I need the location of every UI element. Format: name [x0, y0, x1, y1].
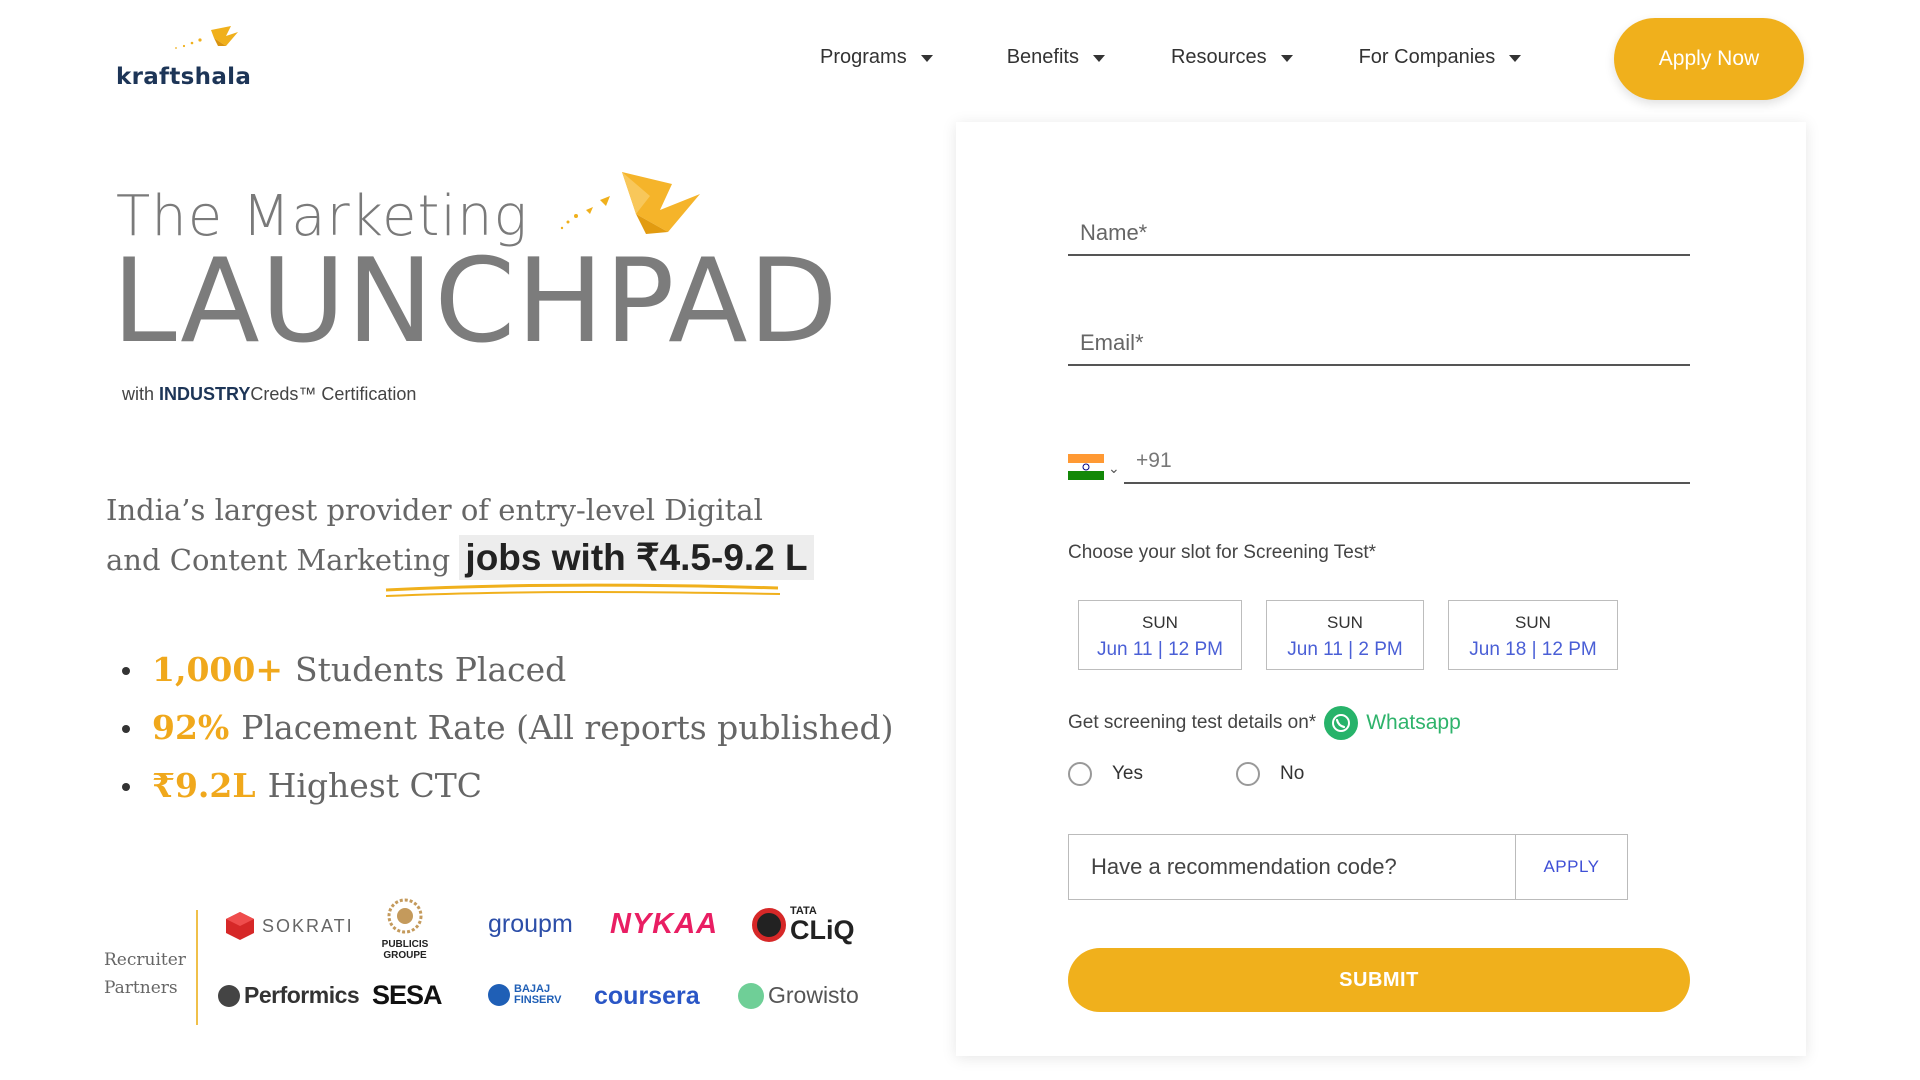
certification-line: with INDUSTRYCreds™ Certification — [122, 384, 416, 405]
stat-placement-rate: 92% Placement Rate (All reports publishe… — [122, 698, 894, 756]
caret-down-icon — [1092, 55, 1105, 62]
sokrati-logo: SOKRATI — [224, 910, 354, 942]
slot-day: SUN — [1142, 613, 1178, 632]
nav-benefits-label: Benefits — [1006, 46, 1079, 68]
brand-name: kraftshala — [116, 64, 252, 90]
stats-list: 1,000+ Students Placed 92% Placement Rat… — [122, 640, 894, 814]
slot-time: Jun 11 | 12 PM — [1096, 639, 1224, 660]
main-nav: Programs Benefits Resources For Companie… — [820, 46, 1577, 69]
submit-button[interactable]: SUBMIT — [1068, 948, 1690, 1012]
radio-yes-circle[interactable] — [1068, 762, 1092, 786]
performics-logo: Performics — [218, 982, 360, 1009]
nav-for-companies-label: For Companies — [1358, 46, 1496, 68]
name-input[interactable] — [1068, 212, 1690, 254]
performics-icon — [218, 984, 240, 1007]
slot-option-3[interactable]: SUN Jun 18 | 12 PM — [1448, 600, 1618, 670]
slot-day: SUN — [1515, 613, 1551, 632]
slot-label: Choose your slot for Screening Test* — [1068, 542, 1377, 563]
publicis-text: PUBLICIS — [381, 939, 429, 950]
slot-day: SUN — [1327, 613, 1363, 632]
stat-number: ₹9.2L — [152, 765, 256, 805]
hero-title-big: LAUNCHPAD — [112, 234, 839, 369]
groupe-text: GROUPE — [383, 950, 427, 961]
radio-no-label: No — [1280, 763, 1305, 784]
cert-brand: INDUSTRY — [159, 384, 251, 404]
bullet-icon — [122, 725, 130, 733]
nykaa-logo: NYKAA — [610, 908, 719, 940]
india-flag-icon[interactable] — [1068, 454, 1104, 480]
cert-suffix: Creds™ Certification — [250, 384, 417, 404]
stat-highest-ctc: ₹9.2L Highest CTC — [122, 756, 894, 814]
whatsapp-row: Get screening test details on* Whatsapp — [1068, 706, 1461, 740]
groupm-logo: groupm — [488, 910, 573, 938]
tata-cliq-logo: TATA CLiQ — [752, 906, 855, 944]
recruiter-label-line1: Recruiter — [104, 950, 186, 970]
sokrati-cube-icon — [226, 912, 254, 940]
highlight-underline — [385, 583, 781, 597]
recommendation-code-box: APPLY — [1068, 834, 1628, 900]
bullet-icon — [122, 783, 130, 791]
growisto-logo: Growisto — [738, 982, 859, 1009]
performics-text: Performics — [244, 982, 360, 1008]
recruiter-label-line2: Partners — [104, 978, 178, 998]
name-field-wrap — [1068, 212, 1690, 256]
growisto-icon — [738, 982, 764, 1009]
country-dropdown-chevron-icon[interactable]: ⌄ — [1108, 460, 1120, 477]
recruiter-partners-label: Recruiter Partners — [104, 946, 186, 1002]
phone-field-wrap — [1124, 440, 1690, 484]
radio-no[interactable]: No — [1236, 762, 1304, 786]
publicis-logo: PUBLICIS GROUPE — [370, 894, 440, 961]
bird-logo-icon — [175, 26, 238, 49]
whatsapp-label: Get screening test details on* — [1068, 712, 1317, 733]
stat-number: 92% — [152, 707, 230, 747]
whatsapp-icon — [1324, 706, 1359, 740]
slot-option-1[interactable]: SUN Jun 11 | 12 PM — [1078, 600, 1242, 670]
radio-yes[interactable]: Yes — [1068, 762, 1143, 786]
caret-down-icon — [920, 55, 933, 62]
bajaj-icon — [488, 984, 510, 1006]
caret-down-icon — [1509, 55, 1522, 62]
bullet-icon — [122, 667, 130, 675]
hero-tagline: India’s largest provider of entry-level … — [106, 486, 826, 584]
phone-row: ⌄ — [1068, 440, 1690, 484]
nav-benefits[interactable]: Benefits — [1007, 46, 1105, 69]
stat-text: Highest CTC — [267, 765, 483, 805]
nav-programs[interactable]: Programs — [820, 46, 933, 69]
sesa-logo: SESA — [372, 980, 443, 1010]
recommendation-code-input[interactable] — [1069, 835, 1515, 899]
tagline-highlight: jobs with ₹4.5-9.2 L — [459, 535, 814, 580]
radio-no-circle[interactable] — [1236, 762, 1260, 786]
nav-programs-label: Programs — [820, 46, 907, 68]
stat-students-placed: 1,000+ Students Placed — [122, 640, 894, 698]
coursera-logo: coursera — [594, 982, 700, 1010]
brand-logo[interactable]: kraftshala — [116, 24, 256, 94]
email-input[interactable] — [1068, 322, 1690, 364]
caret-down-icon — [1280, 55, 1293, 62]
cert-prefix: with — [122, 384, 160, 404]
slot-option-2[interactable]: SUN Jun 11 | 2 PM — [1266, 600, 1424, 670]
sokrati-text: SOKRATI — [262, 915, 354, 936]
whatsapp-text: Whatsapp — [1366, 711, 1461, 734]
apply-code-button[interactable]: APPLY — [1515, 835, 1627, 899]
slot-time: Jun 18 | 12 PM — [1469, 639, 1597, 660]
phone-input[interactable] — [1124, 440, 1690, 482]
radio-yes-label: Yes — [1112, 763, 1143, 784]
recruiter-divider — [196, 910, 198, 1025]
stat-number: 1,000+ — [152, 649, 283, 689]
cliq-text: CLiQ — [790, 915, 855, 945]
nav-for-companies[interactable]: For Companies — [1359, 46, 1522, 69]
apply-now-button[interactable]: Apply Now — [1614, 18, 1804, 100]
slot-time: Jun 11 | 2 PM — [1287, 639, 1403, 660]
publicis-lion-icon — [387, 898, 423, 934]
stat-text: Students Placed — [295, 649, 567, 689]
growisto-text: Growisto — [768, 982, 859, 1008]
nav-resources[interactable]: Resources — [1171, 46, 1293, 69]
signup-form-card: ⌄ Choose your slot for Screening Test* S… — [956, 122, 1806, 1056]
email-field-wrap — [1068, 322, 1690, 366]
finserv-text: FINSERV — [514, 994, 562, 1006]
bajaj-finserv-logo: BAJAJ FINSERV — [488, 984, 561, 1006]
stat-text: Placement Rate (All reports published) — [241, 707, 894, 747]
nav-resources-label: Resources — [1170, 46, 1267, 68]
cliq-circle-icon — [752, 908, 786, 942]
